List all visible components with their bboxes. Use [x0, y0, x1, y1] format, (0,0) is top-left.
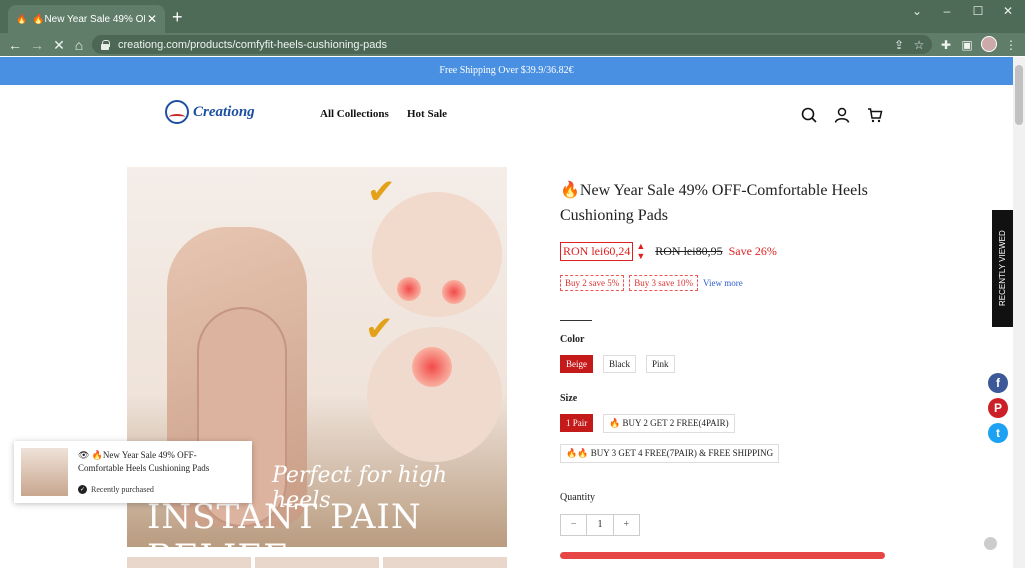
color-option-beige[interactable]: Beige	[560, 355, 593, 373]
fire-icon: 🔥	[91, 450, 103, 460]
color-option-black[interactable]: Black	[603, 355, 636, 373]
decrease-button[interactable]: −	[561, 515, 586, 535]
size-option-label: BUY 3 GET 4 FREE(7PAIR) & FREE SHIPPING	[590, 448, 774, 458]
stop-loading-icon[interactable]: ✕	[50, 36, 68, 54]
side-panel-icon[interactable]: ▣	[958, 36, 976, 54]
product-title-text: New Year Sale 49% OFF-Comfortable Heels …	[560, 182, 868, 224]
quantity-stepper: − 1 +	[560, 514, 640, 536]
promo-tag: Buy 2 save 5%	[560, 275, 625, 291]
notification-product-thumb	[21, 448, 68, 496]
notification-text: 👁 🔥New Year Sale 49% OFF-Comfortable Hee…	[78, 449, 238, 475]
maximize-button[interactable]: ☐	[968, 4, 988, 18]
profile-avatar[interactable]	[981, 36, 997, 52]
checkmark-icon: ✔	[367, 172, 396, 212]
lock-icon	[100, 39, 110, 50]
home-icon[interactable]: ⌂	[70, 36, 88, 54]
color-label: Color	[560, 334, 585, 345]
chat-widget-icon[interactable]	[984, 537, 997, 550]
divider	[560, 320, 592, 321]
checkmark-icon: ✔	[365, 309, 394, 349]
price-row: RON lei60,24 ▲ ▼ RON lei80,95 Save 26%	[560, 241, 777, 261]
nav-hot-sale[interactable]: Hot Sale	[407, 108, 447, 120]
logo-mark-icon	[165, 100, 189, 124]
thumbnail[interactable]	[383, 557, 507, 568]
address-bar[interactable]: creationg.com/products/comfyfit-heels-cu…	[92, 35, 932, 54]
eye-icon: 👁	[78, 450, 90, 460]
back-icon[interactable]: ←	[6, 36, 24, 54]
bookmark-star-icon[interactable]: ☆	[910, 36, 928, 54]
share-icon[interactable]: ⇪	[890, 36, 908, 54]
close-window-button[interactable]: ✕	[998, 4, 1018, 18]
fire-icon: 🔥	[560, 182, 580, 199]
search-icon[interactable]	[801, 107, 817, 123]
promo-row: Buy 2 save 5% Buy 3 save 10% View more	[560, 275, 743, 291]
quantity-input[interactable]: 1	[586, 515, 614, 535]
notification-status: ✓ Recently purchased	[78, 485, 154, 494]
increase-button[interactable]: +	[614, 515, 639, 535]
page-scrollbar[interactable]	[1013, 57, 1025, 568]
tab-title: 🔥New Year Sale 49% OFF-Com	[32, 13, 145, 25]
tab-search-icon[interactable]: ⌄	[907, 4, 927, 18]
announcement-bar: Free Shipping Over $39.9/36.82€	[0, 57, 1013, 85]
browser-toolbar: ← → ✕ ⌂ creationg.com/products/comfyfit-…	[0, 33, 1025, 56]
url-text: creationg.com/products/comfyfit-heels-cu…	[118, 38, 388, 51]
browser-tab[interactable]: 🔥 🔥New Year Sale 49% OFF-Com ✕	[8, 5, 165, 33]
notification-status-text: Recently purchased	[91, 485, 154, 494]
image-headline: INSTANT PAIN RELIEF	[147, 497, 422, 547]
nav-all-collections[interactable]: All Collections	[320, 108, 389, 120]
pain-spot	[412, 347, 452, 387]
quantity-label: Quantity	[560, 492, 595, 503]
cart-icon[interactable]	[867, 107, 883, 123]
original-price: RON lei80,95	[655, 243, 723, 258]
save-badge: Save 26%	[728, 243, 777, 258]
fire-icon: 🔥	[566, 448, 578, 458]
recently-viewed-tab[interactable]: RECENTLY VIEWED	[992, 210, 1013, 327]
fire-icon: 🔥	[577, 448, 589, 458]
browser-menu-icon[interactable]: ⋮	[1002, 36, 1020, 54]
fire-icon: 🔥	[16, 14, 28, 24]
check-circle-icon: ✓	[78, 485, 87, 494]
twitter-icon[interactable]: t	[988, 423, 1008, 443]
size-option-7-pair[interactable]: 🔥🔥 BUY 3 GET 4 FREE(7PAIR) & FREE SHIPPI…	[560, 444, 780, 463]
size-option-label: BUY 2 GET 2 FREE(4PAIR)	[622, 418, 729, 428]
add-to-cart-button[interactable]	[560, 552, 885, 559]
promo-tag: Buy 3 save 10%	[629, 275, 698, 291]
thumbnail[interactable]	[255, 557, 379, 568]
size-option-1-pair[interactable]: 1 Pair	[560, 414, 594, 432]
pinterest-icon[interactable]: P	[988, 398, 1008, 418]
logo-text: Creationg	[193, 103, 255, 120]
product-title: 🔥New Year Sale 49% OFF-Comfortable Heels…	[560, 178, 880, 228]
current-price: RON lei60,24	[560, 241, 634, 261]
minimize-button[interactable]: –	[937, 4, 957, 18]
pain-spot	[397, 277, 421, 301]
currency-switch-icon[interactable]: ▲ ▼	[636, 241, 645, 261]
size-option-4-pair[interactable]: 🔥 BUY 2 GET 2 FREE(4PAIR)	[603, 414, 735, 433]
extensions-icon[interactable]: ✚	[937, 36, 955, 54]
new-tab-button[interactable]: +	[172, 7, 183, 27]
thumbnail[interactable]	[127, 557, 251, 568]
site-logo[interactable]: Creationg	[165, 100, 255, 124]
product-thumbnails	[127, 557, 507, 568]
color-option-pink[interactable]: Pink	[646, 355, 675, 373]
fire-icon: 🔥	[609, 418, 621, 428]
account-icon[interactable]	[834, 107, 850, 123]
view-more-link[interactable]: View more	[703, 278, 743, 288]
size-label: Size	[560, 393, 578, 404]
browser-tab-bar: 🔥 🔥New Year Sale 49% OFF-Com ✕ + ⌄ – ☐ ✕	[0, 0, 1025, 33]
purchase-notification[interactable]: 👁 🔥New Year Sale 49% OFF-Comfortable Hee…	[14, 441, 252, 503]
forward-icon[interactable]: →	[28, 36, 46, 54]
facebook-icon[interactable]: f	[988, 373, 1008, 393]
close-tab-icon[interactable]: ✕	[145, 12, 159, 26]
pain-spot	[442, 280, 466, 304]
scrollbar-thumb[interactable]	[1015, 65, 1023, 125]
